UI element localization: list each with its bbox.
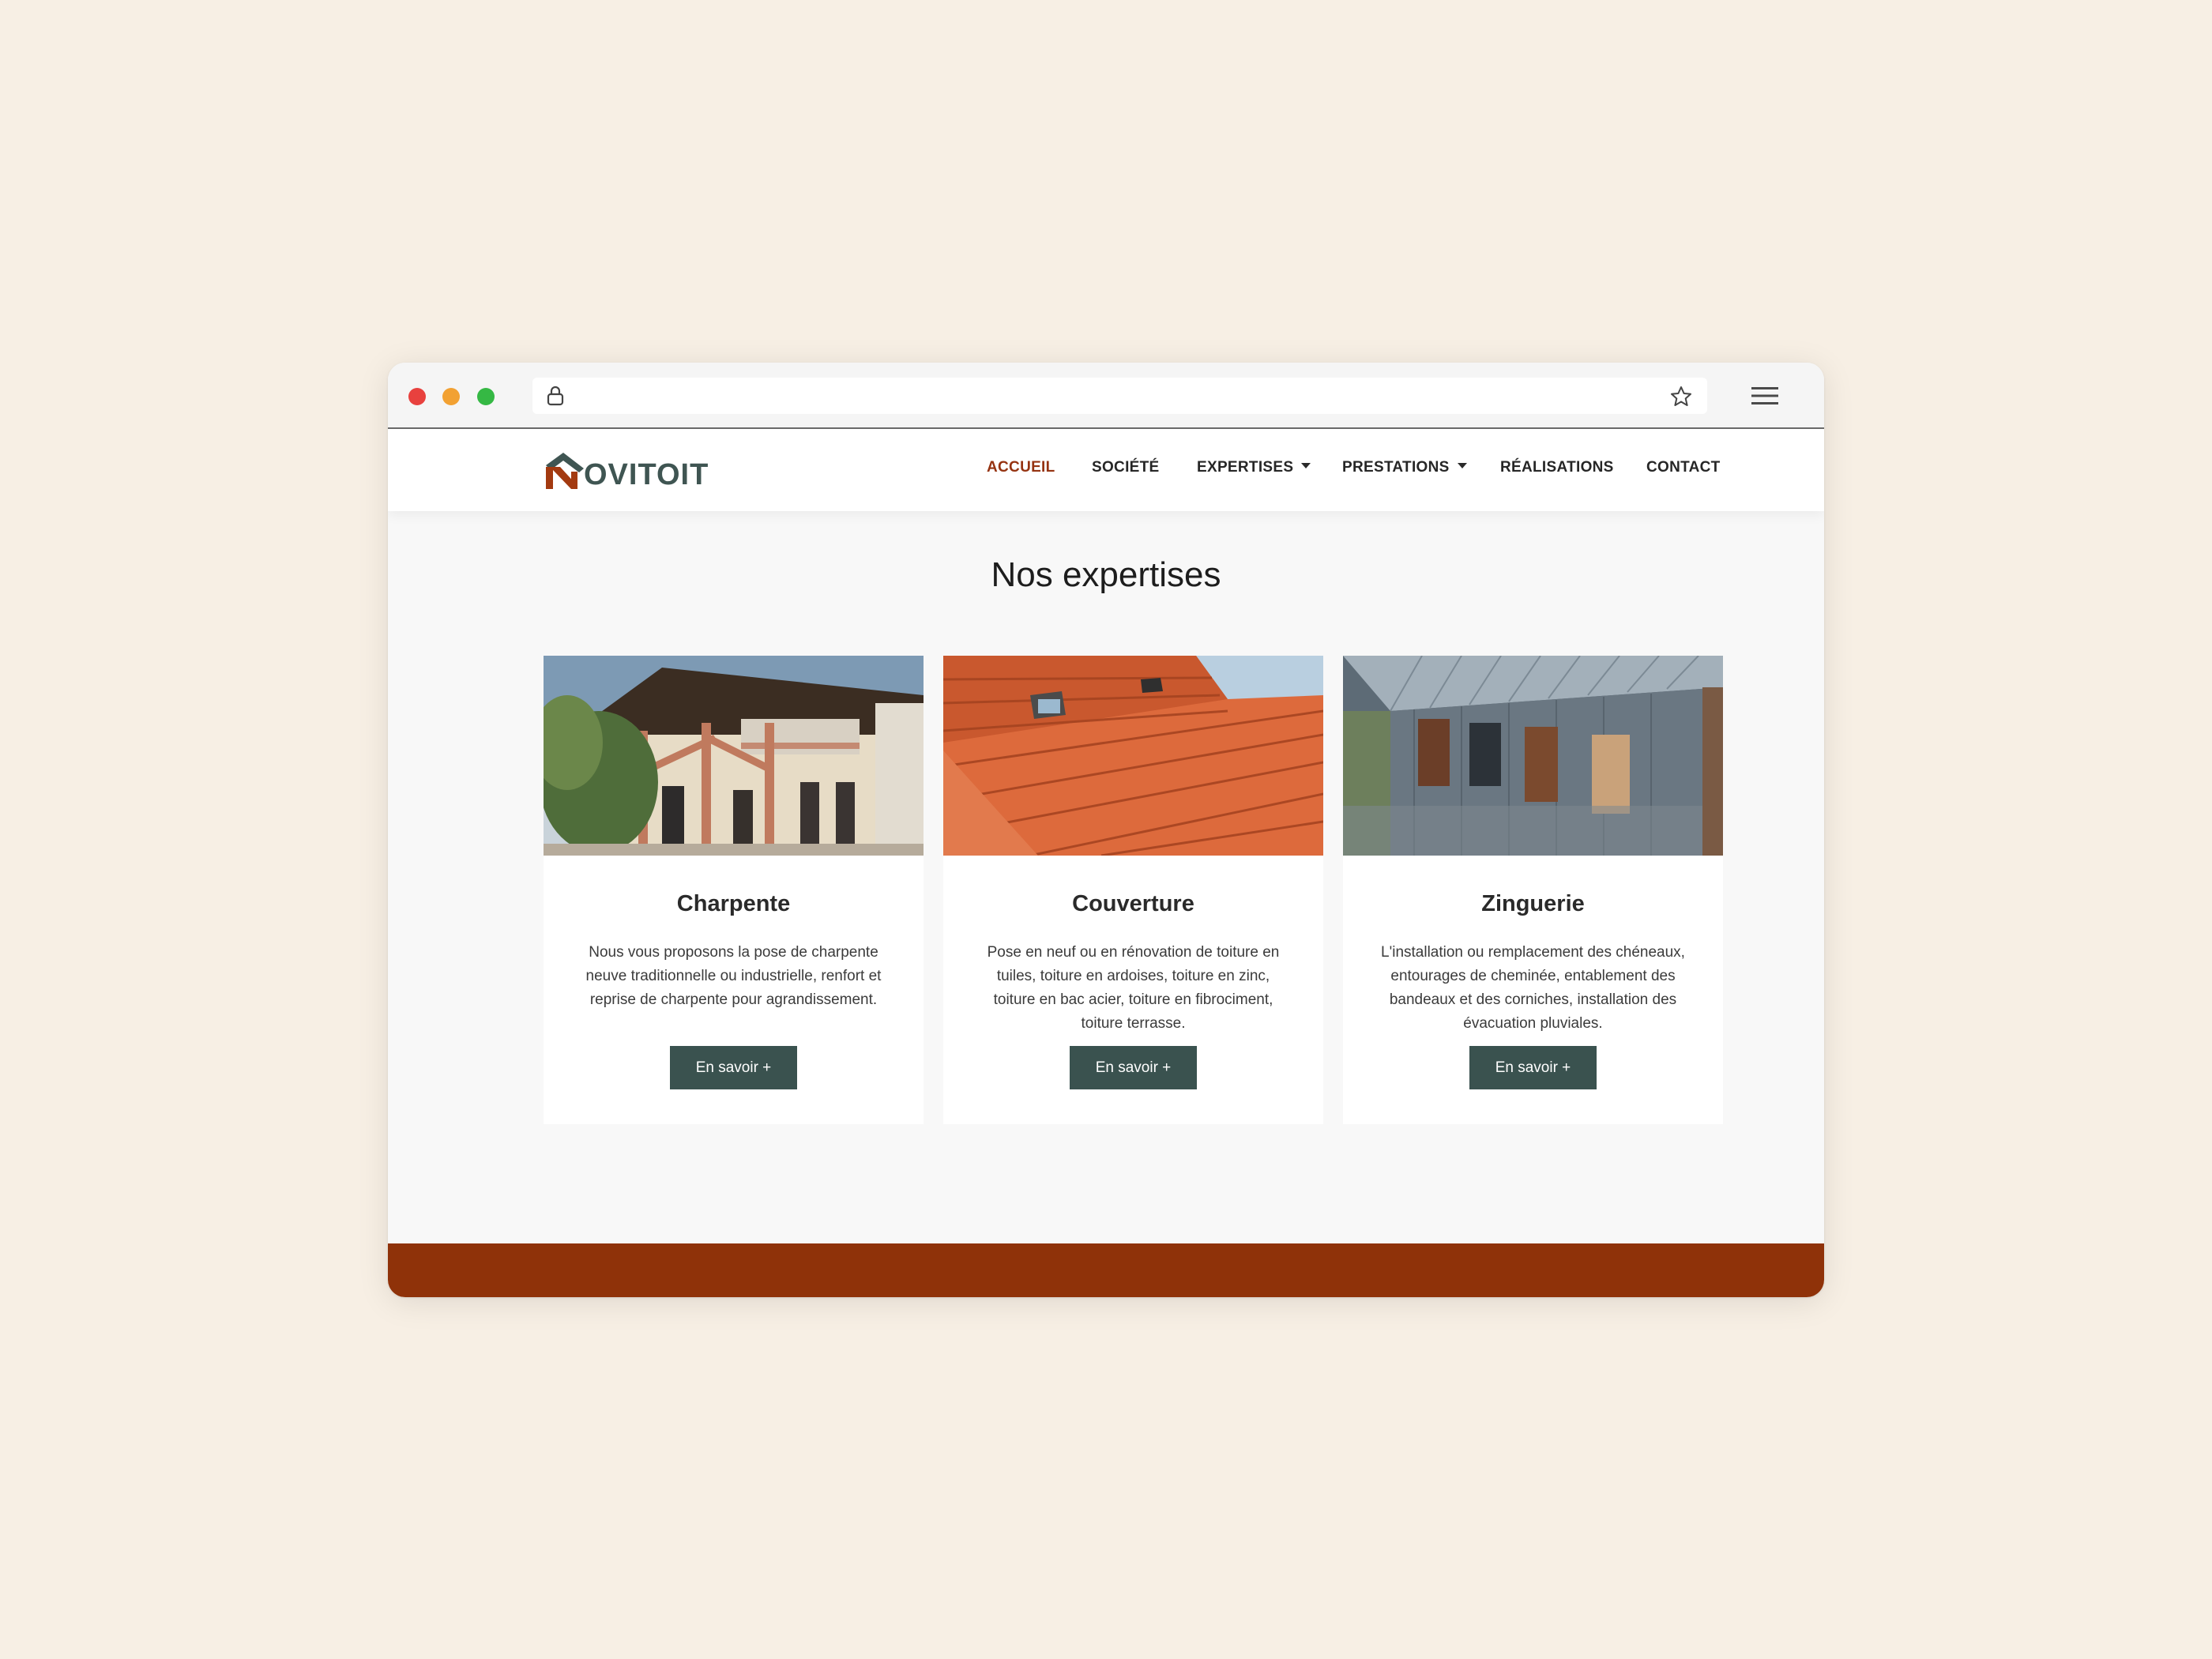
house-timber-frame-photo (544, 656, 924, 856)
nav-prestations[interactable]: PRESTATIONS (1342, 459, 1467, 476)
expertise-card-zinguerie: Zinguerie L'installation ou remplacement… (1343, 656, 1723, 1124)
en-savoir-button-zinguerie[interactable]: En savoir + (1469, 1046, 1597, 1089)
close-window-button[interactable] (408, 388, 426, 405)
zinc-clad-building-photo (1343, 656, 1723, 856)
nav-societe[interactable]: SOCIÉTÉ (1092, 459, 1160, 476)
nav-expertises[interactable]: EXPERTISES (1197, 459, 1311, 476)
nav-realisations[interactable]: RÉALISATIONS (1500, 459, 1614, 476)
card-title: Zinguerie (1481, 891, 1585, 916)
en-savoir-button-couverture[interactable]: En savoir + (1070, 1046, 1197, 1089)
chevron-down-icon (1457, 463, 1467, 469)
en-savoir-button-charpente[interactable]: En savoir + (670, 1046, 797, 1089)
card-description: Nous vous proposons la pose de charpente… (585, 944, 882, 1008)
card-description: Pose en neuf ou en rénovation de toiture… (987, 944, 1280, 1032)
card-title: Couverture (1072, 891, 1194, 916)
expertise-card-couverture: Couverture Pose en neuf ou en rénovation… (943, 656, 1323, 1124)
section-title: Nos expertises (991, 555, 1221, 594)
nav-contact[interactable]: CONTACT (1646, 459, 1721, 476)
lock-icon (547, 386, 564, 406)
nav-expertises-label: EXPERTISES (1197, 459, 1294, 476)
logo-wordmark: OVITOIT (584, 457, 709, 491)
card-description: L'installation ou remplacement des chéne… (1381, 944, 1685, 1032)
browser-toolbar (388, 363, 1824, 429)
card-title: Charpente (676, 891, 791, 916)
minimize-window-button[interactable] (442, 388, 460, 405)
nav-accueil[interactable]: ACCUEIL (987, 459, 1055, 476)
address-bar[interactable] (532, 378, 1707, 414)
expertise-card-charpente: Charpente Nous vous proposons la pose de… (544, 656, 924, 1124)
site-logo[interactable]: OVITOIT (543, 445, 709, 495)
star-icon[interactable] (1669, 385, 1693, 408)
nav-prestations-label: PRESTATIONS (1342, 459, 1450, 476)
hamburger-menu-icon[interactable] (1751, 385, 1778, 407)
chevron-down-icon (1301, 463, 1311, 469)
site-header: OVITOIT ACCUEIL SOCIÉTÉ EXPERTISES PREST… (388, 429, 1824, 511)
browser-window: OVITOIT ACCUEIL SOCIÉTÉ EXPERTISES PREST… (388, 363, 1824, 1297)
terracotta-roof-tiles-photo (943, 656, 1323, 856)
logo-roof-n-icon (546, 453, 584, 489)
maximize-window-button[interactable] (477, 388, 495, 405)
footer-band (388, 1243, 1824, 1297)
